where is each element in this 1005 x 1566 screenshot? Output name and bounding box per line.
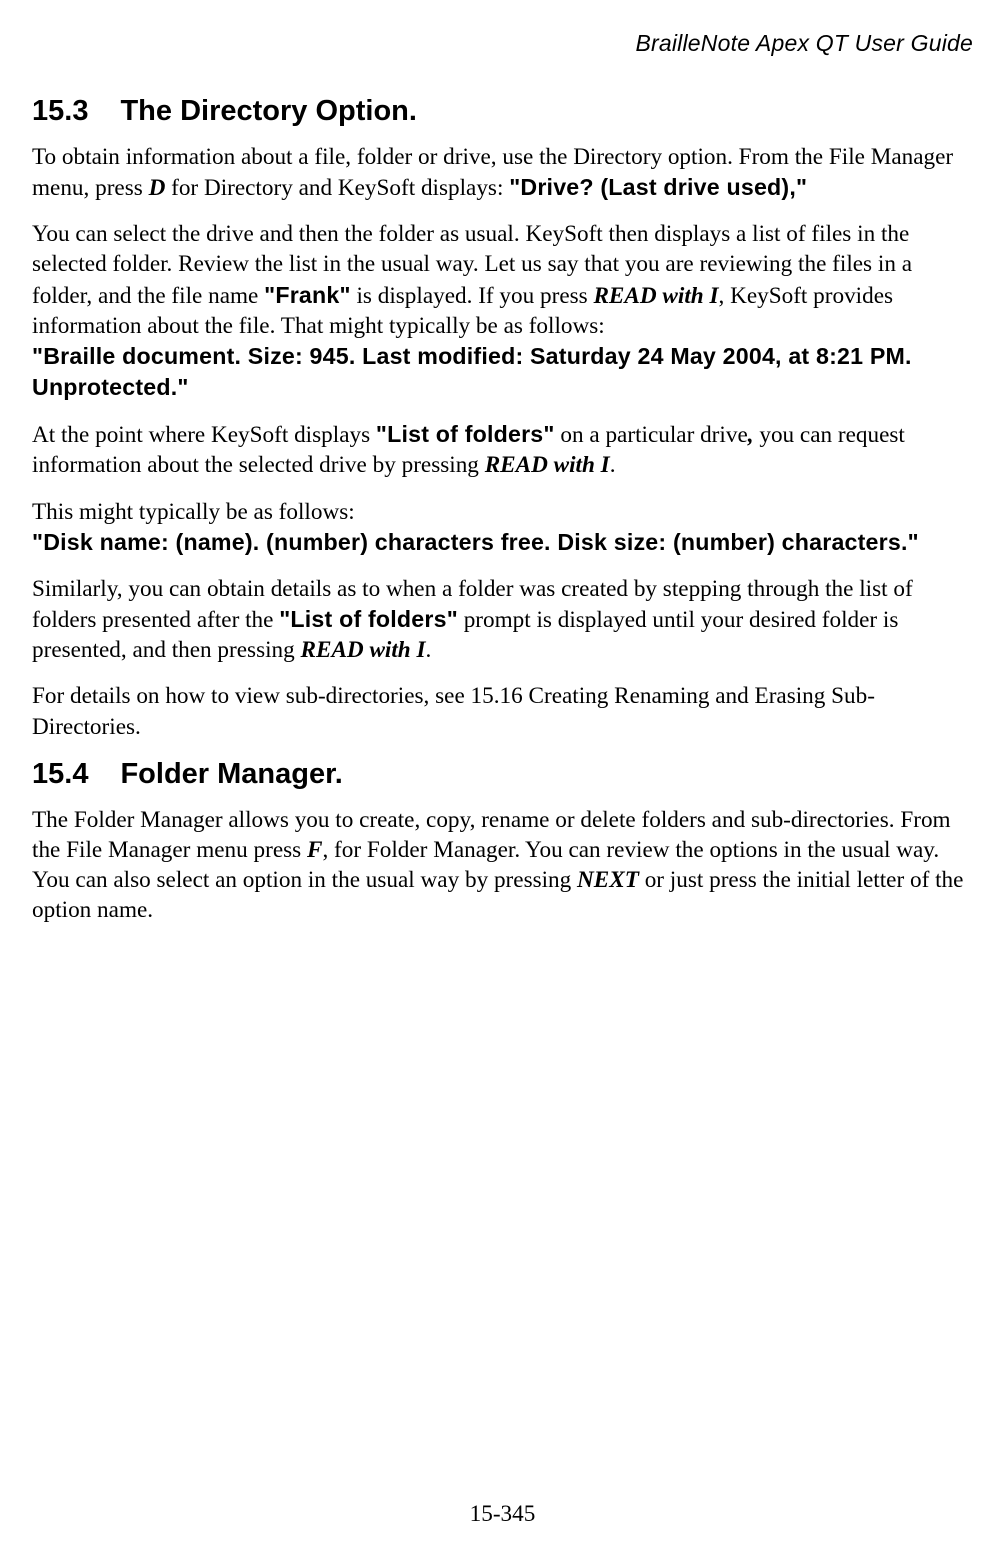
key-read-with-i: READ with I [485,452,610,478]
para-15-3-5: Similarly, you can obtain details as to … [32,574,973,665]
key-read-with-i: READ with I [301,637,426,663]
para-15-3-6: For details on how to view sub-directori… [32,681,973,741]
text: on a particular drive [555,422,748,448]
page-number: 15-345 [0,1501,1005,1528]
key-F: F [307,837,322,863]
heading-number: 15.3 [32,95,88,128]
running-header: BrailleNote Apex QT User Guide [32,30,973,57]
para-15-3-4: This might typically be as follows: "Dis… [32,497,973,558]
text: is displayed. If you press [351,283,594,309]
para-15-3-1: To obtain information about a file, fold… [32,142,973,203]
key-D: D [149,175,166,201]
heading-title: Folder Manager. [120,758,342,790]
para-15-3-2: You can select the drive and then the fo… [32,219,973,403]
text: for Directory and KeySoft displays: [165,175,509,201]
key-read-with-i: READ with I [593,283,718,309]
heading-15-3: 15.3 The Directory Option. [32,95,973,128]
heading-number: 15.4 [32,758,88,791]
heading-15-4: 15.4 Folder Manager. [32,758,973,791]
text: . [610,452,616,478]
page: BrailleNote Apex QT User Guide 15.3 The D… [0,0,1005,1566]
text: At the point where KeySoft displays [32,422,376,448]
heading-title: The Directory Option. [120,95,416,127]
text: This might typically be as follows: [32,499,355,525]
para-15-3-3: At the point where KeySoft displays "Lis… [32,419,973,480]
keysoft-output: "Drive? (Last drive used)," [509,174,807,200]
para-15-4-1: The Folder Manager allows you to create,… [32,805,973,926]
keysoft-output: "List of folders" [279,606,458,632]
keysoft-output: "Frank" [264,282,351,308]
keysoft-output-block: "Disk name: (name). (number) characters … [32,529,919,555]
key-next: NEXT [577,867,639,893]
text: For details on how to view sub-directori… [32,683,875,739]
text: . [426,637,432,663]
keysoft-output-block: "Braille document. Size: 945. Last modif… [32,343,912,400]
keysoft-output: "List of folders" [376,421,555,447]
